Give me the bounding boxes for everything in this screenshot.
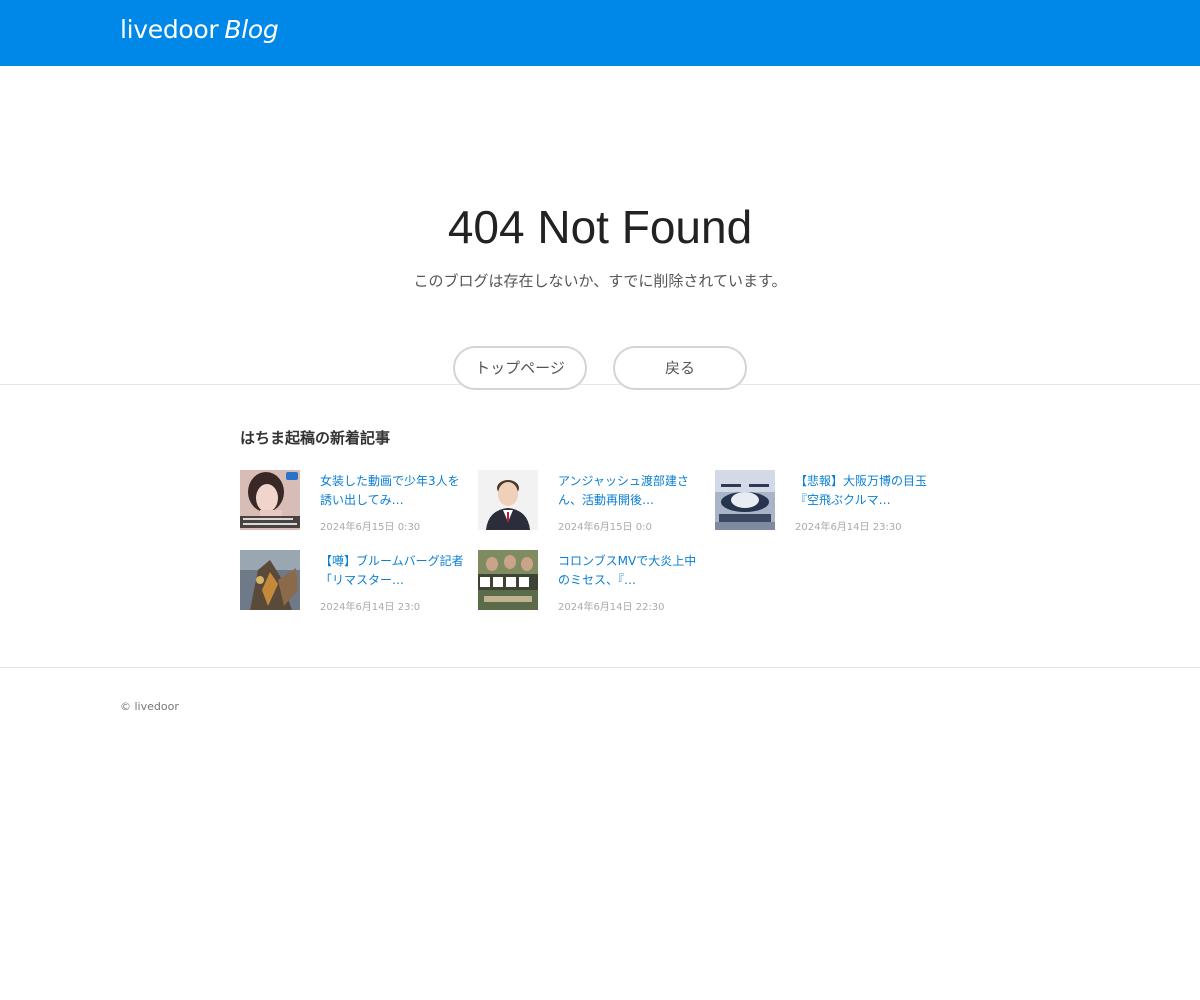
action-buttons: トップページ 戻る [0, 346, 1200, 390]
article-title[interactable]: アンジャッシュ渡部建さん、活動再開後… [558, 472, 703, 510]
article-item[interactable]: コロンブスMVで大炎上中のミセス、『… 2024年6月14日 22:30 [478, 550, 708, 614]
article-thumbnail[interactable] [715, 470, 775, 530]
article-item[interactable]: 女装した動画で少年3人を誘い出してみ… 2024年6月15日 0:30 [240, 470, 470, 534]
article-title[interactable]: 【噂】ブルームバーグ記者「リマスター… [320, 552, 465, 590]
recent-articles-section: はちま起稿の新着記事 女装した動画で少年3人を誘い出してみ… 2024年6月15… [0, 385, 1200, 667]
page-title: 404 Not Found [447, 201, 753, 253]
copyright-text: © livedoor [120, 700, 179, 713]
article-thumbnail[interactable] [240, 550, 300, 610]
site-header: livedoor Blog [0, 0, 1200, 66]
livedoor-blog-logo[interactable]: livedoor Blog [120, 15, 279, 44]
article-date: 2024年6月14日 22:30 [558, 602, 665, 613]
article-date: 2024年6月14日 23:0 [320, 602, 421, 613]
back-button[interactable]: 戻る [613, 346, 747, 390]
article-thumbnail[interactable] [240, 470, 300, 530]
article-item[interactable]: 【悲報】大阪万博の目玉『空飛ぶクルマ… 2024年6月14日 23:30 [715, 470, 945, 534]
article-item[interactable]: 【噂】ブルームバーグ記者「リマスター… 2024年6月14日 23:0 [240, 550, 470, 614]
section-title: はちま起稿の新着記事 [240, 429, 391, 447]
site-footer: © livedoor [0, 668, 1200, 768]
article-date: 2024年6月15日 0:0 [558, 522, 652, 533]
article-date: 2024年6月15日 0:30 [320, 522, 421, 533]
logo-blog-text: Blog [224, 15, 279, 44]
article-title[interactable]: 女装した動画で少年3人を誘い出してみ… [320, 472, 465, 510]
article-title[interactable]: 【悲報】大阪万博の目玉『空飛ぶクルマ… [795, 472, 940, 510]
article-thumbnail[interactable] [478, 470, 538, 530]
logo-livedoor-text: livedoor [120, 15, 219, 44]
article-item[interactable]: アンジャッシュ渡部建さん、活動再開後… 2024年6月15日 0:0 [478, 470, 708, 534]
top-page-button[interactable]: トップページ [453, 346, 587, 390]
error-message: このブログは存在しないか、すでに削除されています。 [413, 272, 787, 290]
article-thumbnail[interactable] [478, 550, 538, 610]
article-date: 2024年6月14日 23:30 [795, 522, 902, 533]
article-title[interactable]: コロンブスMVで大炎上中のミセス、『… [558, 552, 703, 590]
error-section: 404 Not Found このブログは存在しないか、すでに削除されています。 … [0, 66, 1200, 390]
